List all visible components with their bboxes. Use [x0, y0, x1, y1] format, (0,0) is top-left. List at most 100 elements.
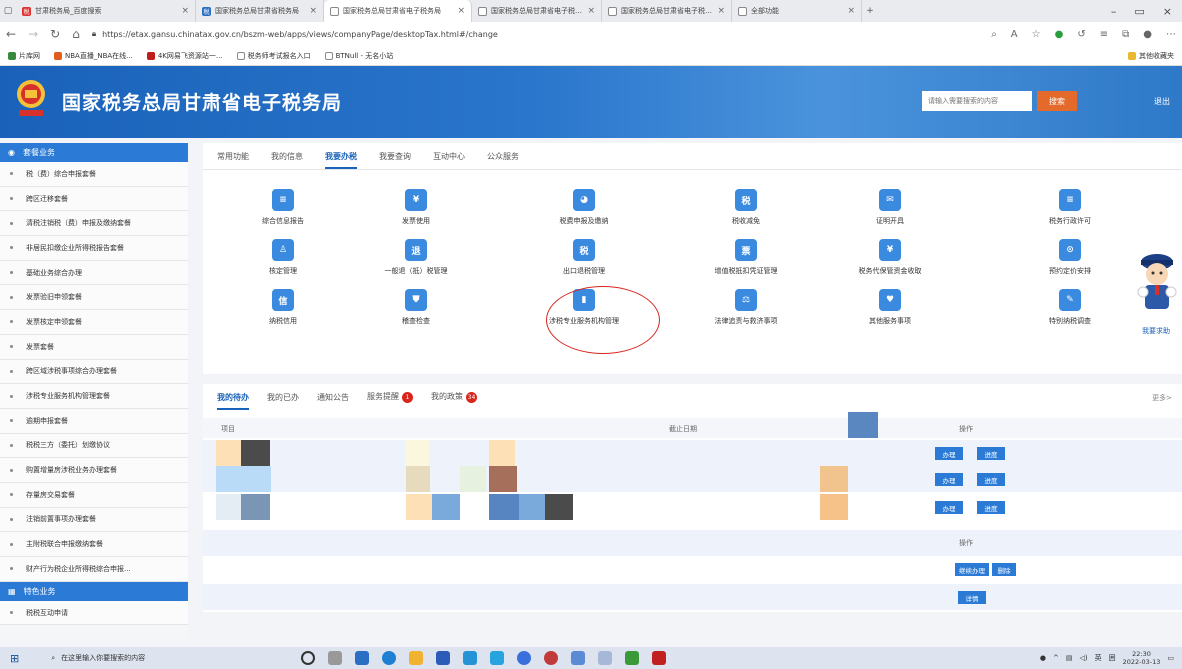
task-view-icon[interactable] — [328, 651, 343, 665]
function-heart[interactable]: ♥ 其他服务事项 — [845, 289, 935, 326]
ime-mode-icon[interactable]: 囲 — [1109, 653, 1116, 663]
progress-button[interactable]: 进度 — [977, 501, 1005, 514]
service-tab[interactable]: 我要办税 — [325, 151, 357, 169]
function-permit[interactable]: ≡ 税务行政许可 — [1025, 189, 1115, 226]
favorites-list-icon[interactable]: ≡ — [1100, 29, 1108, 40]
zoom-icon[interactable]: ⌕ — [991, 29, 997, 40]
function-credit[interactable]: 信纳税信用 — [238, 289, 328, 326]
wps-icon[interactable] — [652, 651, 667, 665]
close-tab-icon[interactable]: × — [587, 6, 595, 16]
tray-app-icon[interactable]: ● — [1040, 654, 1046, 662]
tab-actions-icon[interactable]: ▢ — [0, 0, 16, 22]
app-icon[interactable] — [517, 651, 532, 665]
service-tab[interactable]: 我要查询 — [379, 151, 411, 162]
bookmark-item[interactable]: 片库网 — [8, 51, 40, 61]
sidebar-item[interactable]: 主附税联合申报缴纳套餐 — [0, 532, 188, 557]
help-link[interactable]: 我要求助 — [1142, 326, 1170, 336]
home-icon[interactable]: ⌂ — [72, 27, 80, 41]
app-icon[interactable] — [598, 651, 613, 665]
service-tab[interactable]: 我的信息 — [271, 151, 303, 162]
sidebar-item[interactable]: 基础业务综合办理 — [0, 260, 188, 286]
sidebar-item[interactable]: 跨区迁移套餐 — [0, 186, 188, 212]
sidebar-item[interactable]: 发票核定申领套餐 — [0, 310, 188, 335]
close-tab-icon[interactable]: × — [309, 6, 317, 16]
clock[interactable]: 22:30 2022-03-13 — [1123, 650, 1161, 666]
browser-tab[interactable]: 国家税务总局甘肃省电子税务局 × — [602, 0, 732, 22]
function-report[interactable]: ≡ 综合信息报告 — [238, 189, 328, 226]
function-vat-voucher[interactable]: 票增值税抵扣凭证管理 — [701, 239, 791, 276]
minimize-icon[interactable]: – — [1111, 5, 1117, 18]
network-icon[interactable]: ▤ — [1066, 654, 1073, 662]
function-special-audit[interactable]: ✎ 特别纳税调查 — [1025, 289, 1115, 326]
bookmark-item[interactable]: 4K网易飞资源站一... — [146, 51, 223, 61]
service-tab[interactable]: 互动中心 — [433, 151, 465, 162]
favorite-icon[interactable]: ☆ — [1032, 29, 1041, 40]
notification-icon[interactable]: ▭ — [1167, 654, 1174, 662]
function-legal[interactable]: ⚖ 法律追责与救济事项 — [701, 289, 791, 326]
back-icon[interactable]: ← — [6, 27, 16, 41]
function-pricing[interactable]: ⊙ 预约定价安排 — [1025, 239, 1115, 276]
logout-link[interactable]: 退出 — [1154, 96, 1170, 107]
forward-icon[interactable]: → — [28, 27, 38, 41]
extension-icon[interactable]: ● — [1055, 29, 1064, 40]
app-icon[interactable] — [355, 651, 370, 665]
sidebar-section-special[interactable]: ▦ 特色业务 — [0, 581, 188, 601]
sidebar-item[interactable]: 财产行为税企业所得税综合申报... — [0, 557, 188, 582]
sidebar-item[interactable]: 跨区域涉税事项综合办理套餐 — [0, 359, 188, 385]
function-invoice[interactable]: ¥ 发票使用 — [371, 189, 461, 226]
handle-button[interactable]: 办理 — [935, 473, 963, 486]
ime-indicator[interactable]: 英 — [1095, 653, 1102, 663]
assistant-mascot-icon[interactable] — [1134, 248, 1180, 318]
app-icon[interactable] — [571, 651, 586, 665]
refresh-extension-icon[interactable]: ↺ — [1077, 29, 1085, 40]
browser-tab[interactable]: 国家税务总局甘肃省电子税务局 × — [472, 0, 602, 22]
taskbar-search[interactable]: ⌕ 在这里输入你要搜索的内容 — [51, 653, 256, 663]
sidebar-item[interactable]: 非居民扣缴企业所得税报告套餐 — [0, 236, 188, 261]
more-icon[interactable]: ⋯ — [1166, 29, 1176, 40]
continue-button[interactable]: 继续办理 — [955, 563, 989, 576]
sidebar-item[interactable]: 发票验旧申领套餐 — [0, 285, 188, 311]
collections-icon[interactable]: ⧉ — [1122, 29, 1129, 40]
edge-icon[interactable] — [382, 651, 397, 665]
refresh-icon[interactable]: ↻ — [50, 27, 60, 41]
windows-start-icon[interactable]: ⊞ — [10, 652, 19, 665]
tab-notices[interactable]: 通知公告 — [317, 392, 349, 403]
progress-button[interactable]: 进度 — [977, 447, 1005, 460]
sidebar-item[interactable]: 逾期申报套餐 — [0, 408, 188, 434]
app-icon[interactable] — [544, 651, 559, 665]
delete-button[interactable]: 删除 — [992, 563, 1016, 576]
close-window-icon[interactable]: × — [1163, 5, 1172, 18]
sidebar-item[interactable]: 税税互动申请 — [0, 600, 188, 626]
function-tax-relief[interactable]: 税税收减免 — [701, 189, 791, 226]
wechat-icon[interactable] — [625, 651, 640, 665]
other-bookmarks-folder[interactable]: 其他收藏夹 — [1128, 51, 1174, 61]
sidebar-item[interactable]: 发票套餐 — [0, 334, 188, 360]
volume-icon[interactable]: ◁) — [1079, 654, 1087, 662]
new-tab-icon[interactable]: + — [862, 0, 878, 22]
tab-my-policy[interactable]: 我的政策 34 — [431, 391, 477, 403]
tab-service-reminder[interactable]: 服务提醒 1 — [367, 391, 413, 403]
url-field[interactable]: 🔒︎ https://etax.gansu.chinatax.gov.cn/bs… — [92, 29, 979, 39]
sidebar-item[interactable]: 税税三方（委托）划缴协议 — [0, 433, 188, 459]
more-link[interactable]: 更多> — [1152, 393, 1172, 403]
progress-button[interactable]: 进度 — [977, 473, 1005, 486]
function-export-refund[interactable]: 税出口退税管理 — [539, 239, 629, 276]
browser-tab-active[interactable]: 国家税务总局甘肃省电子税务局 × — [324, 0, 472, 22]
sidebar-item[interactable]: 清税注销税（费）申报及缴纳套餐 — [0, 211, 188, 237]
browser-tab[interactable]: 税 国家税务总局甘肃省税务局 × — [196, 0, 324, 22]
service-tab[interactable]: 常用功能 — [217, 151, 249, 162]
site-search-input[interactable] — [922, 91, 1032, 111]
detail-button[interactable]: 详情 — [958, 591, 986, 604]
sidebar-item[interactable]: 购置增量房涉税业务办理套餐 — [0, 458, 188, 483]
function-certificate[interactable]: ✉ 证明开具 — [845, 189, 935, 226]
close-tab-icon[interactable]: × — [717, 6, 725, 16]
bookmark-item[interactable]: BTNull - 无名小站 — [324, 51, 393, 61]
function-inspection[interactable]: ⛊ 稽查检查 — [371, 289, 461, 326]
sidebar-item[interactable]: 涉税专业服务机构管理套餐 — [0, 384, 188, 409]
service-tab[interactable]: 公众服务 — [487, 151, 519, 162]
explorer-icon[interactable] — [409, 651, 424, 665]
function-tax-pay[interactable]: ◕ 税费申报及缴纳 — [539, 189, 629, 226]
close-tab-icon[interactable]: × — [457, 6, 465, 16]
bookmark-item[interactable]: 税务师考试报名入口 — [236, 51, 311, 61]
browser-tab[interactable]: 税 甘肃税务局_百度搜索 × — [16, 0, 196, 22]
